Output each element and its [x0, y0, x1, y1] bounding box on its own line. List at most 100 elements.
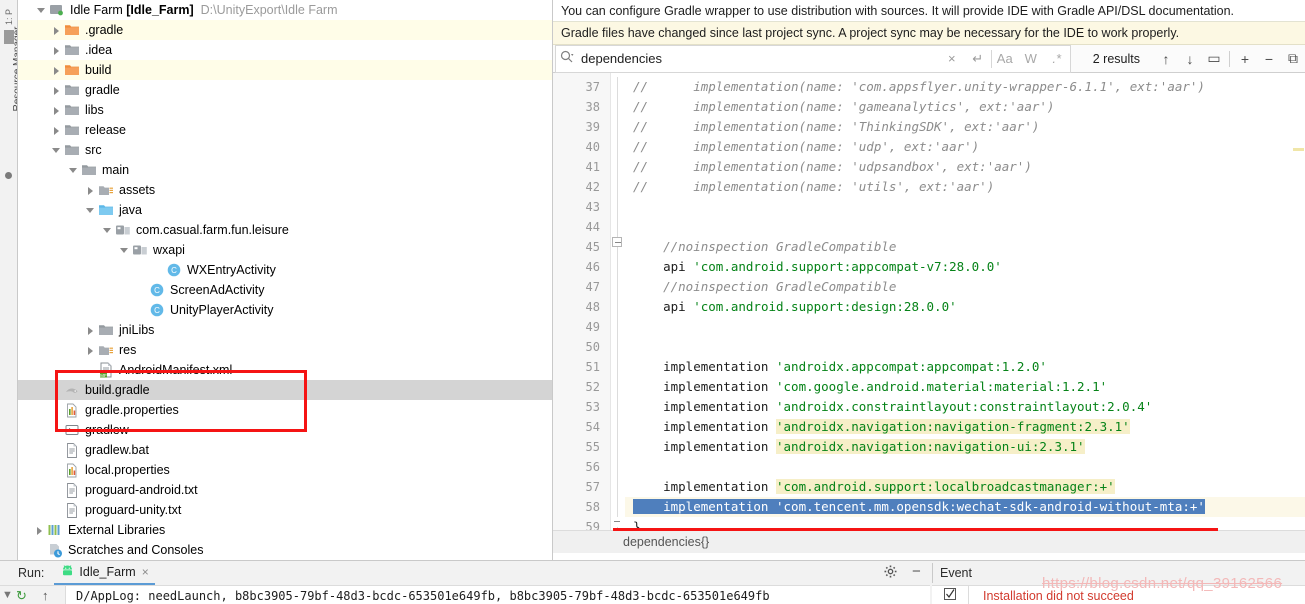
sidebar-tab-resource-manager[interactable]: Resource Manager [9, 23, 17, 115]
code-line[interactable]: implementation 'com.tencent.mm.opensdk:w… [625, 497, 1305, 517]
close-icon[interactable]: × [142, 565, 149, 579]
expand-arrow[interactable] [51, 125, 62, 136]
breadcrumb[interactable]: dependencies{} [553, 528, 1305, 553]
code-line[interactable]: // implementation(name: 'ThinkingSDK', e… [625, 117, 1305, 137]
remove-line-from-selection-icon[interactable]: − [1257, 51, 1281, 67]
expand-arrow[interactable] [51, 45, 62, 56]
code-line[interactable]: // implementation(name: 'udpsandbox', ex… [625, 157, 1305, 177]
restart-icon[interactable]: ↻ [16, 588, 27, 604]
code-line[interactable]: implementation 'androidx.appcompat:appco… [625, 357, 1305, 377]
editor-marker-scrollbar[interactable] [1292, 148, 1305, 485]
arrow-placeholder [51, 485, 62, 496]
tree-item-com-casual-farm-fun-leisure[interactable]: com.casual.farm.fun.leisure [18, 220, 552, 240]
tree-item-local-properties[interactable]: local.properties [18, 460, 552, 480]
tree-item-main[interactable]: main [18, 160, 552, 180]
expand-arrow[interactable] [102, 225, 113, 236]
tree-item-unityplayeractivity[interactable]: C UnityPlayerActivity [18, 300, 552, 320]
expand-arrow[interactable] [51, 145, 62, 156]
tree-item-wxapi[interactable]: wxapi [18, 240, 552, 260]
tree-item-androidmanifest-xml[interactable]: MF AndroidManifest.xml [18, 360, 552, 380]
code-line[interactable]: implementation 'androidx.constraintlayou… [625, 397, 1305, 417]
tree-item-screenadactivity[interactable]: C ScreenAdActivity [18, 280, 552, 300]
code-line[interactable]: //noinspection GradleCompatible [625, 277, 1305, 297]
tree-item-src[interactable]: src [18, 140, 552, 160]
code-line[interactable]: //noinspection GradleCompatible [625, 237, 1305, 257]
find-input-wrapper[interactable]: dependencies × ↵ Aa W .* [555, 44, 1071, 73]
open-in-find-window-icon[interactable]: ⧉ [1281, 50, 1305, 67]
expand-arrow[interactable] [51, 105, 62, 116]
expand-arrow[interactable] [119, 245, 130, 256]
add-line-to-selection-icon[interactable]: + [1233, 51, 1257, 67]
expand-arrow[interactable] [51, 85, 62, 96]
code-line[interactable] [625, 457, 1305, 477]
fold-marker-end-icon[interactable] [612, 517, 622, 527]
code-line[interactable]: implementation 'com.google.android.mater… [625, 377, 1305, 397]
tree-item-gradle[interactable]: gradle [18, 80, 552, 100]
toggle-match-case[interactable]: Aa [992, 51, 1018, 66]
expand-arrow[interactable] [85, 185, 96, 196]
toggle-whole-words[interactable]: W [1018, 51, 1044, 66]
event-log-tab[interactable]: Event Log [940, 561, 972, 604]
checkbox-icon[interactable] [932, 588, 968, 603]
code-line[interactable]: // implementation(name: 'utils', ext:'aa… [625, 177, 1305, 197]
tree-item-java[interactable]: java [18, 200, 552, 220]
code-line[interactable]: implementation 'com.android.support:loca… [625, 477, 1305, 497]
tree-item-gradle[interactable]: .gradle [18, 20, 552, 40]
rerun-icon[interactable]: ▼ [2, 589, 13, 601]
code-line[interactable]: // implementation(name: 'gameanalytics',… [625, 97, 1305, 117]
toggle-regex[interactable]: .* [1044, 51, 1070, 66]
search-history-icon[interactable]: ↵ [965, 46, 991, 72]
tree-item-jnilibs[interactable]: jniLibs [18, 320, 552, 340]
run-tab-idle-farm[interactable]: Idle_Farm × [54, 561, 155, 585]
fold-marker-icon[interactable] [612, 237, 622, 247]
code-line[interactable]: implementation 'androidx.navigation:navi… [625, 437, 1305, 457]
expand-arrow[interactable] [85, 205, 96, 216]
expand-arrow[interactable] [34, 525, 45, 536]
code-line[interactable]: api 'com.android.support:design:28.0.0' [625, 297, 1305, 317]
tree-item-build[interactable]: build [18, 60, 552, 80]
tree-item-gradlew[interactable]: gradlew [18, 420, 552, 440]
minimize-icon[interactable]: − [912, 563, 921, 580]
tree-item-build-gradle[interactable]: build.gradle [18, 380, 552, 400]
code-line[interactable]: implementation 'androidx.navigation:navi… [625, 417, 1305, 437]
code-line[interactable] [625, 217, 1305, 237]
expand-arrow[interactable] [85, 325, 96, 336]
gear-icon[interactable] [884, 565, 897, 581]
tree-item-external-libraries[interactable]: External Libraries [18, 520, 552, 540]
tree-item-idea[interactable]: .idea [18, 40, 552, 60]
clear-search-icon[interactable]: × [939, 46, 965, 72]
tree-item-proguard-android-txt[interactable]: proguard-android.txt [18, 480, 552, 500]
code-line[interactable]: // implementation(name: 'com.appsflyer.u… [625, 77, 1305, 97]
tree-item-assets[interactable]: assets [18, 180, 552, 200]
code-folding-column[interactable] [611, 73, 625, 530]
code-line[interactable] [625, 197, 1305, 217]
line-number: 45 [585, 240, 600, 254]
tree-item-scratches-and-consoles[interactable]: Scratches and Consoles [18, 540, 552, 560]
expand-arrow[interactable] [68, 165, 79, 176]
tree-item-wxentryactivity[interactable]: C WXEntryActivity [18, 260, 552, 280]
expand-arrow[interactable] [36, 5, 47, 16]
code-line[interactable]: api 'com.android.support:appcompat-v7:28… [625, 257, 1305, 277]
expand-arrow[interactable] [85, 345, 96, 356]
code-line[interactable] [625, 317, 1305, 337]
line-number: 37 [585, 80, 600, 94]
code-line[interactable]: // implementation(name: 'udp', ext:'aar'… [625, 137, 1305, 157]
tree-item-res[interactable]: res [18, 340, 552, 360]
find-next-icon[interactable]: ↓ [1178, 51, 1202, 67]
scroll-up-icon[interactable]: ↑ [42, 588, 49, 603]
tree-item-libs[interactable]: libs [18, 100, 552, 120]
expand-arrow[interactable] [51, 65, 62, 76]
scrollbar-match-marker[interactable] [1293, 148, 1304, 151]
tree-row-root[interactable]: Idle Farm [Idle_Farm] D:\UnityExport\Idle… [18, 0, 552, 20]
tree-item-release[interactable]: release [18, 120, 552, 140]
code-editor[interactable]: 37 38 39 40 41 42 43 44 45 46 47 48 49 50 51 52 53 54 55 56… [553, 73, 1305, 530]
find-previous-icon[interactable]: ↑ [1154, 51, 1178, 67]
search-input[interactable]: dependencies [578, 51, 939, 66]
expand-arrow[interactable] [51, 25, 62, 36]
tree-item-gradle-properties[interactable]: gradle.properties [18, 400, 552, 420]
select-all-occurrences-icon[interactable]: ▭ [1202, 50, 1226, 67]
code-line[interactable] [625, 337, 1305, 357]
code-content[interactable]: // implementation(name: 'com.appsflyer.u… [625, 73, 1305, 530]
tree-item-gradlew-bat[interactable]: gradlew.bat [18, 440, 552, 460]
tree-item-proguard-unity-txt[interactable]: proguard-unity.txt [18, 500, 552, 520]
